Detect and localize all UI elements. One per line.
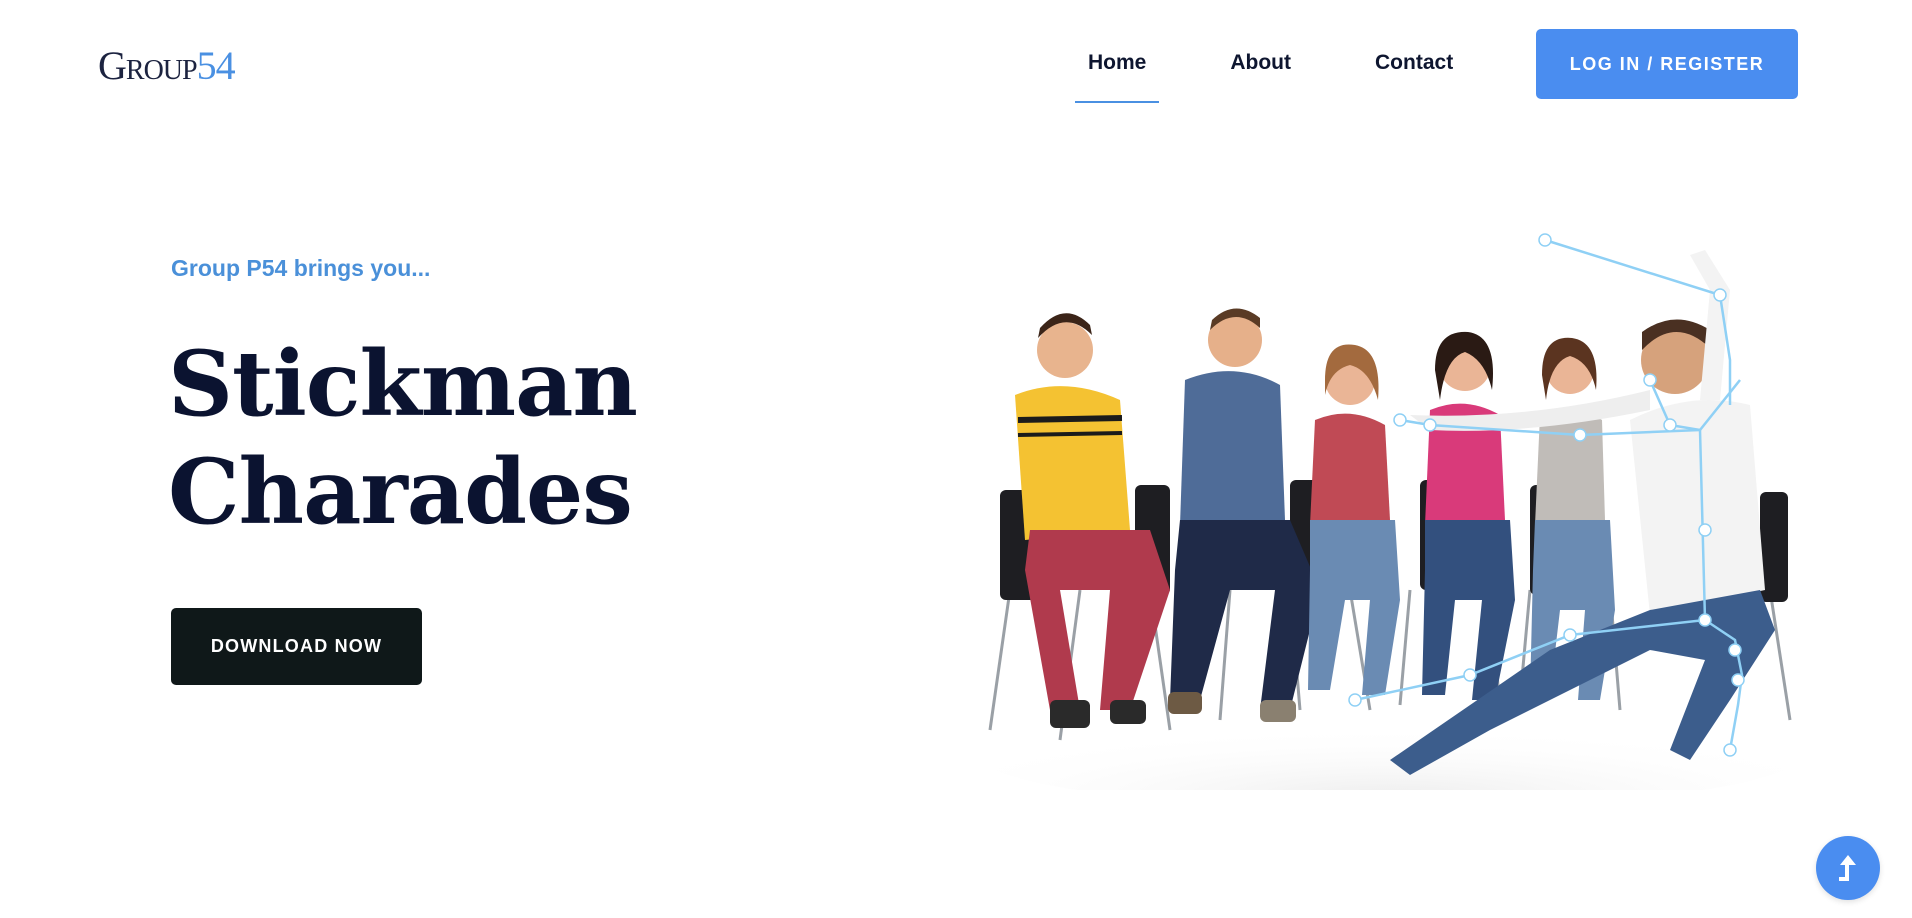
site-header: Group54 Home About Contact LOG IN / REGI… [0, 0, 1912, 130]
main-nav: Home About Contact [1075, 0, 1466, 130]
person-red-top [1308, 344, 1400, 695]
download-now-button[interactable]: DOWNLOAD NOW [171, 608, 422, 685]
hero-title-line-1: Stickman [168, 331, 638, 437]
nav-home[interactable]: Home [1075, 0, 1160, 130]
login-register-button[interactable]: LOG IN / REGISTER [1536, 29, 1798, 99]
people-charades-illustration [970, 233, 1810, 790]
logo-word: Group [98, 43, 198, 88]
nav-about[interactable]: About [1217, 0, 1304, 130]
hero-title: Stickman Charades [168, 330, 688, 546]
nav-contact[interactable]: Contact [1362, 0, 1466, 130]
person-pink-top [1422, 331, 1515, 700]
logo[interactable]: Group54 [98, 43, 236, 88]
logo-number: 54 [196, 43, 236, 88]
hero-eyebrow: Group P54 brings you... [171, 255, 431, 281]
hero-image [930, 230, 1810, 790]
scroll-to-top-button[interactable] [1816, 836, 1880, 900]
arrow-up-icon [1839, 855, 1856, 881]
hero-title-line-2: Charades [168, 439, 633, 545]
